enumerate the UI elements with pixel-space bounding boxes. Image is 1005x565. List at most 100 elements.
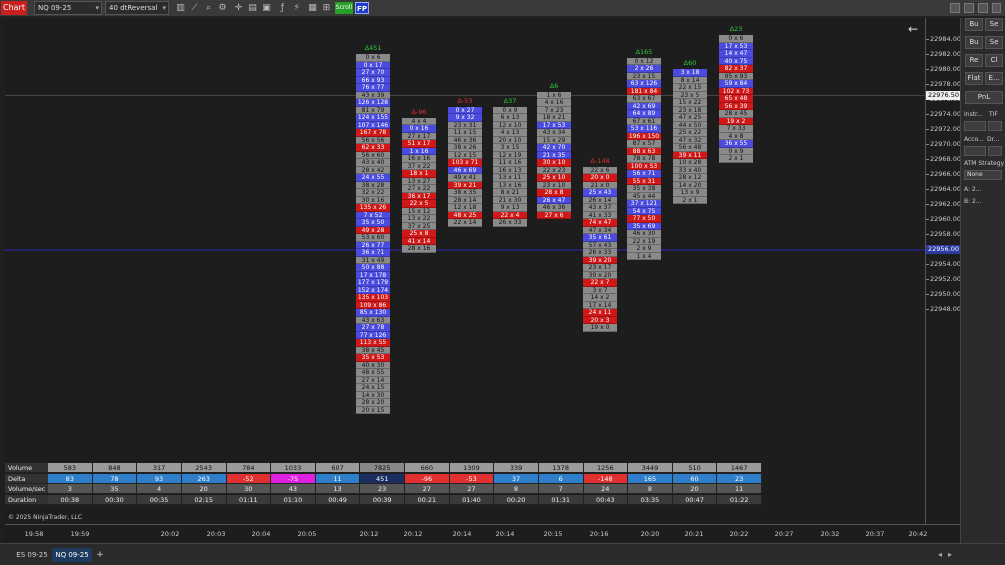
tab-nq[interactable]: NQ 09-25: [52, 548, 92, 562]
minimize-button[interactable]: [950, 3, 960, 13]
footprint-cell: 25 x 10: [537, 174, 571, 182]
scroll-right-icon[interactable]: ▸: [948, 550, 952, 559]
footprint-bar[interactable]: 22 x 6 20 x 0 21 x 0 25 x 43 26 x 14 43 x 37 4…: [583, 166, 617, 332]
close-position-button[interactable]: Cl: [985, 54, 1003, 67]
chart-plot-area[interactable]: ← Δ451 0 x 60 x 17 27 x 70 66 x 93 76 x 77 43…: [5, 18, 925, 524]
stats-row-volume: Volume 583 848 317 2543 784 1033 607 7825 660 1309…: [5, 463, 762, 473]
strategies-icon[interactable]: ⚡: [291, 2, 302, 14]
close-button[interactable]: [992, 3, 1001, 13]
properties-icon[interactable]: ⚙: [217, 2, 228, 14]
footprint-cell: 25 x 22: [673, 129, 707, 137]
footprint-cell: 3 x 15: [493, 144, 527, 152]
tif-selector[interactable]: [988, 121, 1002, 131]
footprint-cell: 63 x 126: [627, 80, 661, 88]
chart-trader-icon[interactable]: ⊞: [321, 2, 332, 14]
footprint-cell: 56 x 60: [356, 151, 390, 159]
price-tick-label: 22952.00: [925, 275, 962, 283]
footprint-bar[interactable]: 0 x 27 9 x 32 23 x 31 11 x 15 46 x 36 38 x 26…: [448, 106, 482, 227]
footprint-cell: 46 x 36: [537, 204, 571, 212]
stats-cell: -148: [583, 473, 629, 484]
account-selector[interactable]: [964, 146, 986, 156]
time-tick-label: 20:12: [359, 530, 379, 538]
time-tick-label: 20:02: [160, 530, 180, 538]
draw-icon[interactable]: ⟋: [189, 2, 200, 14]
bar-type-value: 40 dtReversal: [109, 4, 158, 12]
footprint-cell: 27 x 22: [402, 185, 436, 193]
quantity-field[interactable]: [964, 121, 986, 131]
back-arrow-icon[interactable]: ←: [908, 22, 918, 36]
bars-icon[interactable]: ▥: [175, 2, 186, 14]
footprint-bar[interactable]: 0 x 60 x 17 27 x 70 66 x 93 76 x 77 43 x 39 1…: [356, 54, 390, 414]
stats-cell: 01:31: [538, 494, 584, 505]
atm-strategy-selector[interactable]: None: [964, 170, 1002, 180]
stats-cell: 7: [538, 484, 584, 494]
instrument-selector[interactable]: NQ 09-25 ▾: [34, 1, 102, 15]
footprint-bar[interactable]: 0 x 96 x 13 12 x 10 4 x 13 20 x 10 3 x 15 12 …: [493, 106, 527, 227]
stats-cell: 00:47: [672, 494, 718, 505]
e-button[interactable]: E...: [985, 72, 1003, 85]
footprint-cell: 85 x 130: [356, 309, 390, 317]
ninjatrader-chart-window: Chart NQ 09-25 ▾ 40 dtReversal ▾ ▥ ⟋ ⌕ ⚙ ✛…: [0, 0, 1005, 565]
bar-type-selector[interactable]: 40 dtReversal ▾: [105, 1, 169, 15]
pnl-button[interactable]: PnL: [965, 91, 1003, 104]
footprint-cell: 62 x 33: [356, 144, 390, 152]
time-tick-label: 20:37: [865, 530, 885, 538]
time-axis[interactable]: 19:58 19:59 20:02 20:03 20:04 20:05 20:12 20:12…: [5, 524, 960, 543]
maximize-button[interactable]: [964, 3, 974, 13]
footprint-cell: 95 x 93: [719, 72, 753, 81]
tab-es[interactable]: ES 09-25: [14, 548, 50, 562]
time-tick-label: 20:32: [820, 530, 840, 538]
footprint-cell: 9 x 13: [493, 204, 527, 212]
crosshair-icon[interactable]: ✛: [233, 2, 244, 14]
footprint-bar[interactable]: 0 x 12 2 x 26 23 x 15 63 x 126 181 x 84 63 x …: [627, 57, 661, 261]
price-axis[interactable]: 22984.0022982.0022980.0022978.0022976.00…: [925, 18, 962, 524]
reverse-button[interactable]: Re: [965, 54, 983, 67]
bar-delta-label: Δ-96: [411, 107, 427, 116]
chart-tab[interactable]: Chart: [1, 1, 27, 15]
footprint-cell: 43 x 63: [356, 316, 390, 324]
footprint-cell: 8 x 14: [673, 76, 707, 84]
dr-selector[interactable]: [988, 146, 1002, 156]
sell-market-button[interactable]: Se: [985, 18, 1003, 31]
footprint-bar[interactable]: 4 x 40 x 16 27 x 17 51 x 17 1 x 16 16 x 16 37…: [402, 117, 436, 253]
footprint-bar[interactable]: 0 x 6 17 x 53 14 x 47 40 x 75 82 x 37 95 x 93…: [719, 35, 753, 163]
data-box-icon[interactable]: ▤: [247, 2, 258, 14]
footprint-cell: 13 x 27: [402, 177, 436, 186]
footprint-cell: 43 x 40: [356, 159, 390, 167]
stats-cell: 848: [92, 463, 138, 473]
stats-cell: -75: [271, 473, 316, 484]
bar-delta-label: Δ-53: [457, 96, 473, 105]
flat-button[interactable]: Flat: [965, 72, 983, 85]
fp-button[interactable]: FP: [355, 2, 369, 14]
sell-limit-button[interactable]: Se: [985, 36, 1003, 49]
footprint-cell: 47 x 25: [673, 114, 707, 122]
time-tick-label: 20:05: [297, 530, 317, 538]
footprint-cell: 12 x 10: [493, 121, 527, 129]
scroll-left-icon[interactable]: ◂: [938, 550, 942, 559]
stats-cell: 583: [48, 463, 93, 473]
footprint-cell: 23 x 18: [673, 106, 707, 114]
stats-cell: 00:30: [92, 494, 138, 505]
footprint-bar[interactable]: 1 x 64 x 16 7 x 23 18 x 21 17 x 53 43 x 34 15…: [537, 91, 571, 219]
buy-limit-button[interactable]: Bu: [965, 36, 983, 49]
stats-cell: 3: [48, 484, 93, 494]
footprint-cell: 0 x 9: [719, 147, 753, 156]
time-tick-label: 20:22: [729, 530, 749, 538]
price-tick-label: 22966.00: [925, 170, 962, 178]
screenshot-icon[interactable]: ▣: [261, 2, 272, 14]
scroll-button[interactable]: Scroll: [335, 2, 353, 14]
footprint-cell: 10 x 28: [673, 159, 707, 167]
templates-icon[interactable]: ▦: [307, 2, 318, 14]
footprint-cell: 81 x 79: [356, 106, 390, 114]
indicators-icon[interactable]: ƒ: [277, 2, 288, 14]
buy-market-button[interactable]: Bu: [965, 18, 983, 31]
footprint-cell: 8 x 21: [493, 189, 527, 197]
footprint-cell: 0 x 6: [356, 54, 390, 62]
footprint-cell: 21 x 0: [583, 181, 617, 189]
footprint-cell: 14 x 30: [356, 391, 390, 399]
restore-button[interactable]: [978, 3, 988, 13]
add-tab-button[interactable]: +: [94, 548, 106, 562]
zoom-icon[interactable]: ⌕: [203, 2, 214, 14]
horizontal-line-marker[interactable]: [5, 249, 925, 251]
footprint-bar[interactable]: 3 x 18 8 x 14 22 x 15 23 x 5 15 x 22 23 x 18 4…: [673, 69, 707, 204]
